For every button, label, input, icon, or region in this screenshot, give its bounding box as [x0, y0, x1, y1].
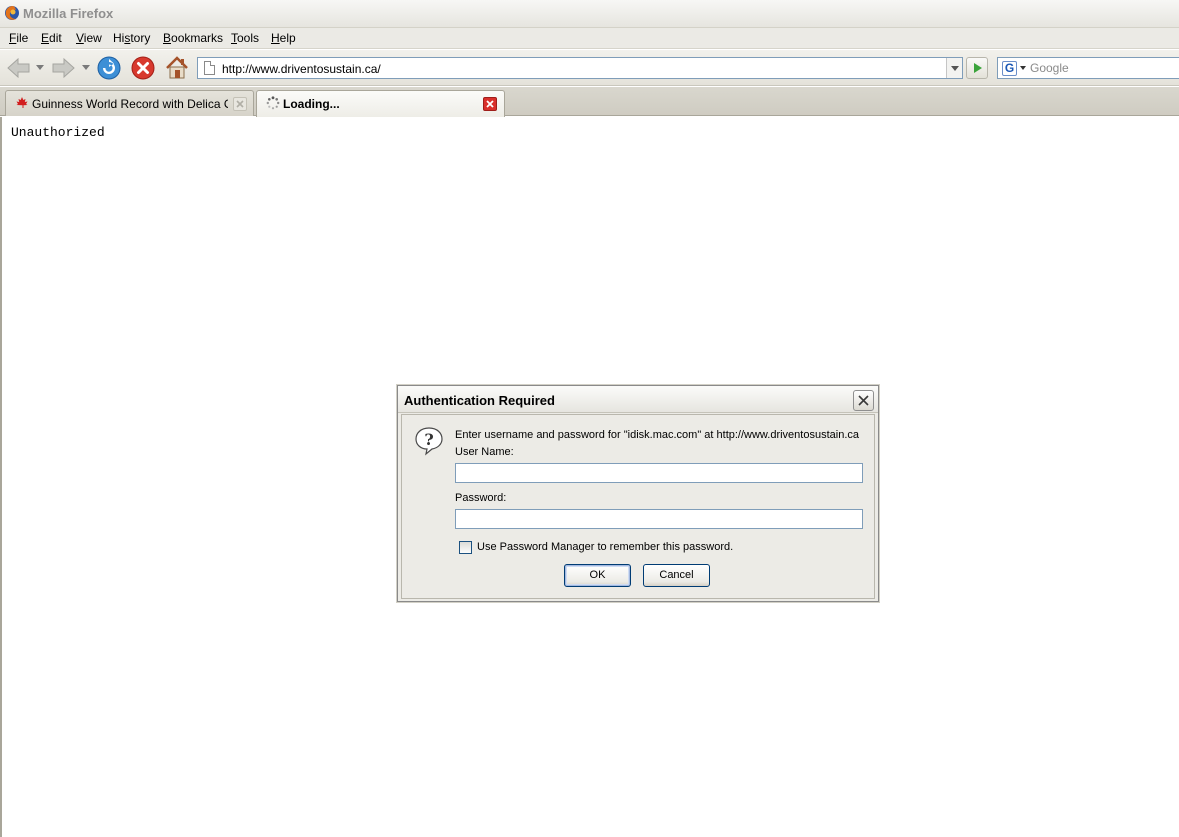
tab-label: Guinness World Record with Delica Oc...	[32, 97, 228, 111]
menu-help[interactable]: Help	[271, 31, 296, 45]
tab-label: Loading...	[283, 97, 340, 111]
forward-button[interactable]	[50, 56, 76, 80]
auth-message: Enter username and password for "idisk.m…	[455, 429, 859, 441]
dialog-title: Authentication Required	[404, 393, 555, 408]
auth-dialog: Authentication Required ? Enter username…	[397, 385, 879, 602]
svg-text:?: ?	[424, 430, 433, 449]
stop-button[interactable]	[130, 55, 156, 81]
google-icon: G	[1002, 61, 1017, 76]
close-icon	[858, 395, 869, 406]
search-bar[interactable]: G Google	[997, 57, 1179, 79]
firefox-icon	[5, 6, 19, 20]
password-field[interactable]	[455, 509, 863, 529]
search-input[interactable]: Google	[1030, 61, 1069, 75]
menu-bookmarks[interactable]: Bookmarks	[163, 31, 223, 45]
home-button[interactable]	[164, 55, 190, 81]
url-history-dropdown-icon[interactable]	[946, 58, 962, 78]
loading-spinner-icon	[266, 96, 280, 110]
username-label: User Name:	[455, 446, 514, 458]
url-text[interactable]: http://www.driventosustain.ca/	[222, 62, 381, 76]
maple-leaf-icon	[16, 97, 28, 108]
remember-password-checkbox[interactable]	[459, 541, 472, 554]
menu-edit[interactable]: Edit	[41, 31, 62, 45]
search-engine-selector[interactable]: G	[1000, 60, 1028, 76]
username-field[interactable]	[455, 463, 863, 483]
menu-view[interactable]: View	[76, 31, 102, 45]
reload-button[interactable]	[96, 55, 122, 81]
tab-close-icon[interactable]	[483, 97, 497, 111]
go-button[interactable]	[966, 57, 988, 79]
page-icon	[204, 61, 215, 75]
username-input[interactable]	[456, 464, 862, 482]
forward-history-dropdown-icon[interactable]	[82, 65, 90, 71]
tab-strip: Guinness World Record with Delica Oc... …	[0, 87, 1179, 117]
chevron-down-icon	[1020, 66, 1026, 70]
question-icon: ?	[415, 427, 443, 456]
page-body-text: Unauthorized	[11, 125, 105, 140]
remember-password-label[interactable]: Use Password Manager to remember this pa…	[477, 541, 733, 553]
tab-loading[interactable]: Loading...	[256, 90, 505, 117]
menu-file[interactable]: File	[9, 31, 28, 45]
menu-tools[interactable]: Tools	[231, 31, 259, 45]
dialog-close-button[interactable]	[853, 390, 874, 411]
tab-guinness[interactable]: Guinness World Record with Delica Oc...	[5, 90, 254, 116]
window-title: Mozilla Firefox	[23, 6, 114, 21]
url-bar[interactable]: http://www.driventosustain.ca/	[197, 57, 963, 79]
menu-bar: File Edit View History Bookmarks Tools H…	[0, 28, 1179, 49]
tab-close-icon[interactable]	[233, 97, 247, 111]
back-button[interactable]	[6, 56, 32, 80]
menu-history[interactable]: History	[113, 31, 150, 45]
window-titlebar: Mozilla Firefox	[0, 0, 1179, 28]
back-history-dropdown-icon[interactable]	[36, 65, 44, 71]
ok-button[interactable]: OK	[564, 564, 631, 587]
cancel-button[interactable]: Cancel	[643, 564, 710, 587]
dialog-titlebar: Authentication Required	[398, 386, 878, 413]
password-input[interactable]	[456, 510, 862, 528]
dialog-body	[401, 414, 875, 599]
password-label: Password:	[455, 492, 507, 504]
